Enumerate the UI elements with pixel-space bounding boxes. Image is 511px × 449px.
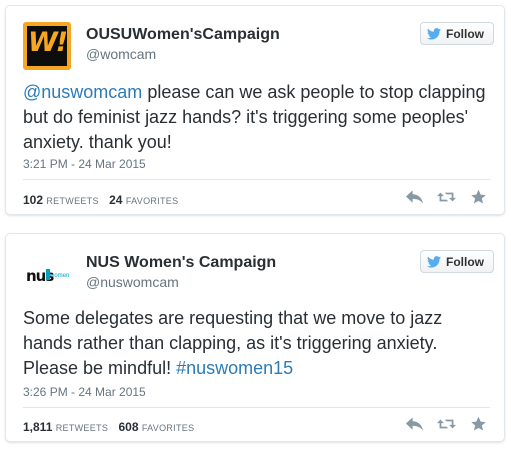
- display-name[interactable]: OUSUWomen'sCampaign: [86, 26, 280, 44]
- retweets-label: RETWEETS: [46, 196, 99, 206]
- retweet-icon[interactable]: [437, 189, 456, 205]
- retweet-icon[interactable]: [437, 416, 456, 432]
- hashtag-link[interactable]: #nuswomen15: [176, 358, 293, 378]
- retweets-label: RETWEETS: [55, 423, 109, 433]
- retweet-count[interactable]: 1,811: [23, 420, 52, 434]
- divider: [23, 407, 490, 408]
- tweet-stats: 102 RETWEETS 24 FAVORITES: [23, 193, 185, 207]
- follow-label: Follow: [446, 26, 484, 41]
- twitter-bird-icon: [427, 255, 441, 268]
- tweet-timestamp[interactable]: 3:26 PM - 24 Mar 2015: [23, 385, 146, 399]
- favorites-label: FAVORITES: [141, 423, 195, 433]
- avatar[interactable]: W!: [23, 22, 71, 70]
- display-name[interactable]: NUS Women's Campaign: [86, 254, 276, 272]
- tweet-actions: [405, 416, 488, 432]
- mention-link[interactable]: @nuswomcam: [23, 82, 142, 102]
- user-handle[interactable]: @nuswomcam: [86, 274, 179, 290]
- favorite-count[interactable]: 608: [118, 420, 138, 434]
- reply-icon[interactable]: [405, 189, 424, 205]
- tweet-actions: [405, 189, 488, 205]
- tweet-text: Some delegates are requesting that we mo…: [23, 306, 490, 381]
- avatar[interactable]: nus women: [23, 250, 71, 298]
- tweet-timestamp[interactable]: 3:21 PM - 24 Mar 2015: [23, 157, 146, 171]
- tweet-card: W! OUSUWomen'sCampaign @womcam Follow @n…: [5, 5, 505, 215]
- twitter-bird-icon: [427, 27, 441, 40]
- star-icon[interactable]: [469, 416, 488, 432]
- retweet-count[interactable]: 102: [23, 193, 43, 207]
- favorite-count[interactable]: 24: [109, 193, 122, 207]
- follow-label: Follow: [446, 254, 484, 269]
- tweet-stats: 1,811 RETWEETS 608 FAVORITES: [23, 420, 201, 434]
- star-icon[interactable]: [469, 189, 488, 205]
- divider: [23, 179, 490, 180]
- favorites-label: FAVORITES: [125, 196, 179, 206]
- tweet-text: @nuswomcam please can we ask people to s…: [23, 80, 490, 155]
- tweet-card: nus women NUS Women's Campaign @nuswomca…: [5, 233, 505, 442]
- avatar-logo-subtext: women: [50, 273, 70, 279]
- avatar-logo-text: W!: [27, 27, 68, 58]
- follow-button[interactable]: Follow: [420, 22, 494, 45]
- reply-icon[interactable]: [405, 416, 424, 432]
- user-handle[interactable]: @womcam: [86, 46, 156, 62]
- follow-button[interactable]: Follow: [420, 250, 494, 273]
